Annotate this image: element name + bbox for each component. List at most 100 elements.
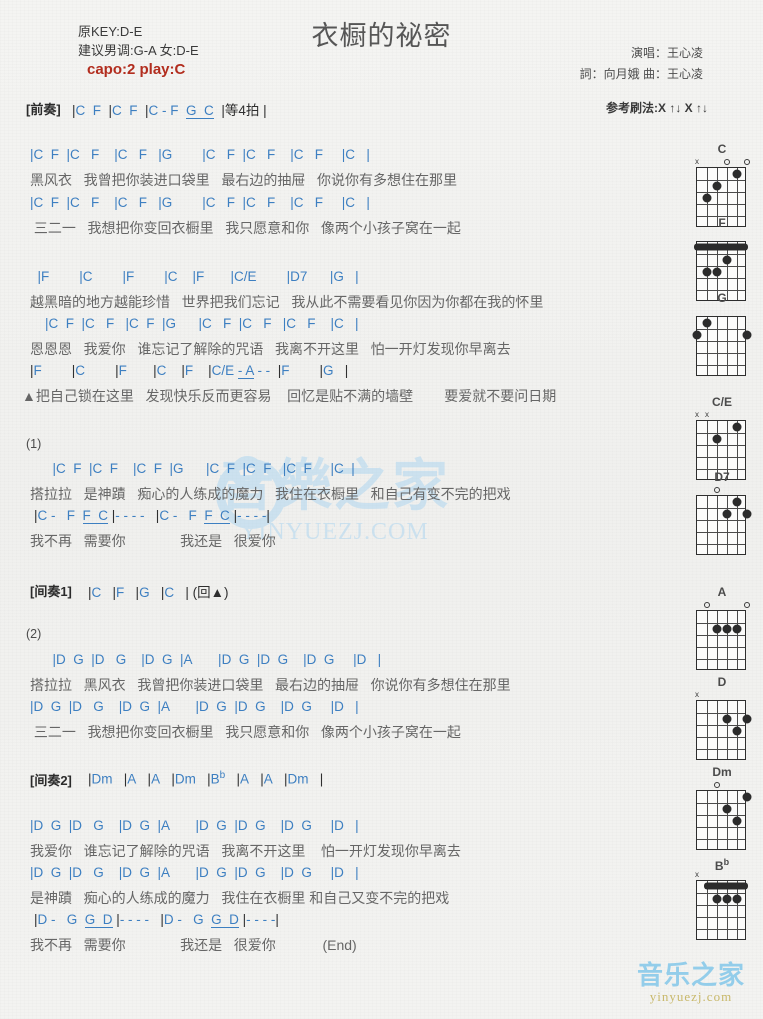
- finger-dot: [722, 255, 732, 265]
- lyric-line: 三二一 我想把你变回衣橱里 我只愿意和你 像两个小孩子窝在一起: [30, 724, 461, 740]
- chord-line: |D G |D G |D G |A |D G |D G |D G |D |: [30, 699, 359, 714]
- chord-open-mute-markers: [696, 600, 750, 610]
- finger-dot: [692, 330, 702, 340]
- open-string-icon: [704, 602, 710, 608]
- open-string-icon: [714, 487, 720, 493]
- finger-dot: [722, 624, 732, 634]
- fret-line: [697, 266, 745, 267]
- string-line: [727, 496, 728, 554]
- barre-bar: [704, 882, 748, 890]
- finger-dot: [712, 894, 722, 904]
- chord-line: |D G |D G |D G |A |D G |D G |D G |D |: [30, 652, 382, 667]
- section-number-1: (1): [26, 437, 42, 451]
- chord-diagram-d7: D7: [684, 470, 760, 557]
- lyric-line: 是神蹟 痴心的人练成的魔力 我住在衣橱里 和自己又变不完的把戏: [30, 890, 450, 906]
- intro-tag: [前奏]: [26, 102, 61, 117]
- chord-line: |C F |C F |C F |G |C F |C F |C F |C |: [30, 195, 370, 210]
- string-line: [727, 791, 728, 849]
- chord-name-label: C/E: [711, 395, 732, 409]
- fret-line: [697, 329, 745, 330]
- finger-dot: [732, 497, 742, 507]
- chord-open-mute-markers: [696, 231, 748, 241]
- fret-grid: [696, 610, 746, 670]
- string-line: [727, 701, 728, 759]
- finger-dot: [722, 804, 732, 814]
- string-line: [717, 701, 718, 759]
- finger-dot: [722, 894, 732, 904]
- lyric-line: ▲把自己锁在这里 发现快乐反而更容易 回忆是贴不满的墙壁 要爱就不要问日期: [22, 388, 557, 404]
- fret-line: [697, 929, 745, 930]
- finger-dot: [722, 509, 732, 519]
- lyric-line: 搭拉拉 是神蹟 痴心的人练成的魔力 我住在衣橱里 和自己有变不完的把戏: [30, 486, 511, 502]
- chord-open-mute-markers: [696, 780, 748, 790]
- chord-diagram-dm: Dm: [684, 765, 760, 852]
- strum-pattern-label: 参考刷法:X ↑↓ X ↑↓: [605, 101, 708, 115]
- string-line: [717, 611, 718, 669]
- chord-fretboard: [696, 880, 748, 942]
- chord-open-mute-markers: x: [695, 870, 748, 880]
- chord-open-mute-markers: x: [695, 690, 748, 700]
- string-line: [737, 611, 738, 669]
- finger-dot: [712, 267, 722, 277]
- chord-open-mute-markers: xx: [695, 410, 748, 420]
- finger-dot: [732, 169, 742, 179]
- finger-dot: [702, 318, 712, 328]
- finger-dot: [712, 624, 722, 634]
- fret-line: [697, 917, 745, 918]
- singer-credit: 演唱：王心凌: [630, 46, 703, 60]
- finger-dot: [732, 816, 742, 826]
- fret-line: [697, 839, 745, 840]
- chord-diagram-a: A: [684, 585, 760, 672]
- finger-dot: [732, 422, 742, 432]
- fret-line: [697, 647, 745, 648]
- finger-dot: [712, 434, 722, 444]
- lyric-line: 我爱你 谁忘记了解除的咒语 我离不开这里 怕一开灯发现你早离去: [30, 843, 461, 859]
- fret-line: [697, 635, 745, 636]
- barre-bar: [694, 243, 748, 251]
- interlude-1-tag: [间奏1]: [30, 584, 72, 599]
- finger-dot: [742, 509, 752, 519]
- fret-line: [697, 905, 745, 906]
- lyric-line: 我不再 需要你 我还是 很爱你 (End): [30, 937, 357, 953]
- muted-string-icon: x: [695, 870, 699, 879]
- fret-line: [697, 192, 745, 193]
- string-line: [717, 791, 718, 849]
- lyric-line: 搭拉拉 黑风衣 我曾把你装进口袋里 最右边的抽屉 你说你有多想住在那里: [30, 677, 511, 693]
- chord-line: |F |C |F |C |F |C/E - A - - |F |G |: [30, 363, 349, 379]
- lyric-line: 我不再 需要你 我还是 很爱你: [30, 533, 276, 549]
- string-line: [717, 496, 718, 554]
- fret-line: [697, 508, 745, 509]
- fret-line: [697, 532, 745, 533]
- fret-line: [697, 180, 745, 181]
- chord-name-label: Dm: [712, 765, 732, 779]
- fret-line: [697, 433, 745, 434]
- chord-line: |C - F F C |- - - - |C - F F C |- - - -|: [34, 508, 270, 524]
- string-line: [707, 701, 708, 759]
- chord-name-label: D7: [714, 470, 730, 484]
- fret-line: [697, 254, 745, 255]
- chord-line: |C F |C F |C F |G |C F |C F |C F |C |: [30, 147, 370, 162]
- finger-dot: [722, 714, 732, 724]
- chord-diagram-d: Dx: [684, 675, 760, 762]
- fret-line: [697, 204, 745, 205]
- fret-line: [697, 457, 745, 458]
- intro-chords: |C F |C F |C - F G C |等4拍 |: [72, 103, 267, 119]
- fret-line: [697, 659, 745, 660]
- interlude-2-chords: |Dm |A |A |Dm |Bb |A |A |Dm |: [88, 770, 324, 787]
- fret-line: [697, 827, 745, 828]
- fret-line: [697, 365, 745, 366]
- chord-open-mute-markers: [696, 485, 748, 495]
- interlude-1-chords: |C |F |G |C | (回▲): [88, 585, 229, 600]
- finger-dot: [702, 193, 712, 203]
- chord-line: |C F |C F |C F |G |C F |C F |C F |C |: [30, 461, 355, 476]
- section-number-2: (2): [26, 627, 42, 641]
- string-line: [707, 881, 708, 939]
- chord-diagram-c-e: C/E x x: [684, 395, 760, 482]
- lyric-line: 越黑暗的地方越能珍惜 世界把我们忘记 我从此不需要看见你因为你都在我的怀里: [30, 294, 544, 310]
- muted-string-icon: x: [695, 157, 699, 166]
- open-string-icon: [744, 602, 750, 608]
- lyric-line: 黑风衣 我曾把你装进口袋里 最右边的抽屉 你说你有多想住在那里: [30, 172, 458, 188]
- chord-diagram-f: F: [684, 216, 760, 303]
- finger-dot: [742, 792, 752, 802]
- fret-line: [697, 544, 745, 545]
